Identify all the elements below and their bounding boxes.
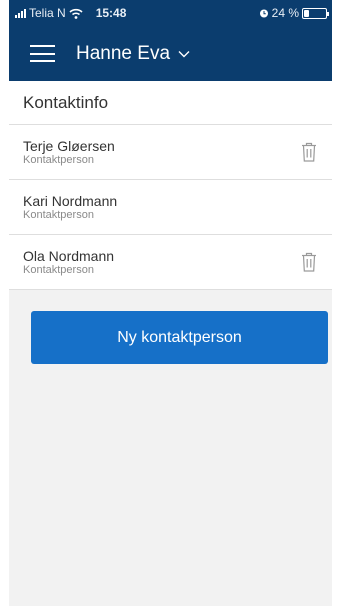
- app-header: Telia N 15:48 24 % Hanne Eva: [9, 0, 332, 81]
- trash-icon[interactable]: [300, 251, 318, 273]
- new-contact-button[interactable]: Ny kontaktperson: [31, 311, 328, 364]
- alarm-icon: [259, 9, 268, 18]
- carrier-label: Telia N: [29, 6, 66, 20]
- signal-icon: [15, 8, 26, 18]
- status-right: 24 %: [259, 6, 329, 20]
- battery-percent: 24 %: [271, 6, 299, 20]
- contact-list-item[interactable]: Terje Gløersen Kontaktperson: [9, 125, 332, 180]
- contact-name: Kari Nordmann: [23, 192, 118, 209]
- contact-name: Ola Nordmann: [23, 247, 115, 264]
- status-bar: Telia N 15:48 24 %: [9, 0, 332, 26]
- contact-role: Kontaktperson: [23, 208, 94, 221]
- trash-icon[interactable]: [300, 141, 318, 163]
- contact-list-item[interactable]: Kari Nordmann Kontaktperson: [9, 180, 332, 235]
- hamburger-menu-icon[interactable]: [30, 45, 55, 62]
- battery-level-fill: [304, 9, 310, 17]
- contact-list-item[interactable]: Ola Nordmann Kontaktperson: [9, 235, 332, 290]
- profile-selector[interactable]: Hanne Eva: [76, 43, 170, 65]
- battery-icon: [302, 7, 329, 19]
- contact-list: Terje Gløersen Kontaktperson Kari Nordmann…: [9, 125, 332, 290]
- contact-text: Ola Nordmann Kontaktperson: [23, 248, 114, 277]
- app-screen: Telia N 15:48 24 % Hanne Eva Kontaktinfo…: [9, 0, 332, 606]
- nav-bar: Hanne Eva: [9, 26, 332, 81]
- status-left: Telia N 15:48: [15, 6, 126, 20]
- chevron-down-icon[interactable]: [178, 50, 190, 58]
- wifi-icon: [69, 8, 83, 19]
- contact-name: Terje Gløersen: [23, 137, 115, 154]
- contact-role: Kontaktperson: [23, 153, 94, 166]
- status-time: 15:48: [95, 6, 127, 20]
- contact-text: Kari Nordmann Kontaktperson: [23, 193, 117, 222]
- section-title: Kontaktinfo: [9, 81, 332, 125]
- contact-text: Terje Gløersen Kontaktperson: [23, 138, 115, 167]
- contact-role: Kontaktperson: [23, 263, 94, 276]
